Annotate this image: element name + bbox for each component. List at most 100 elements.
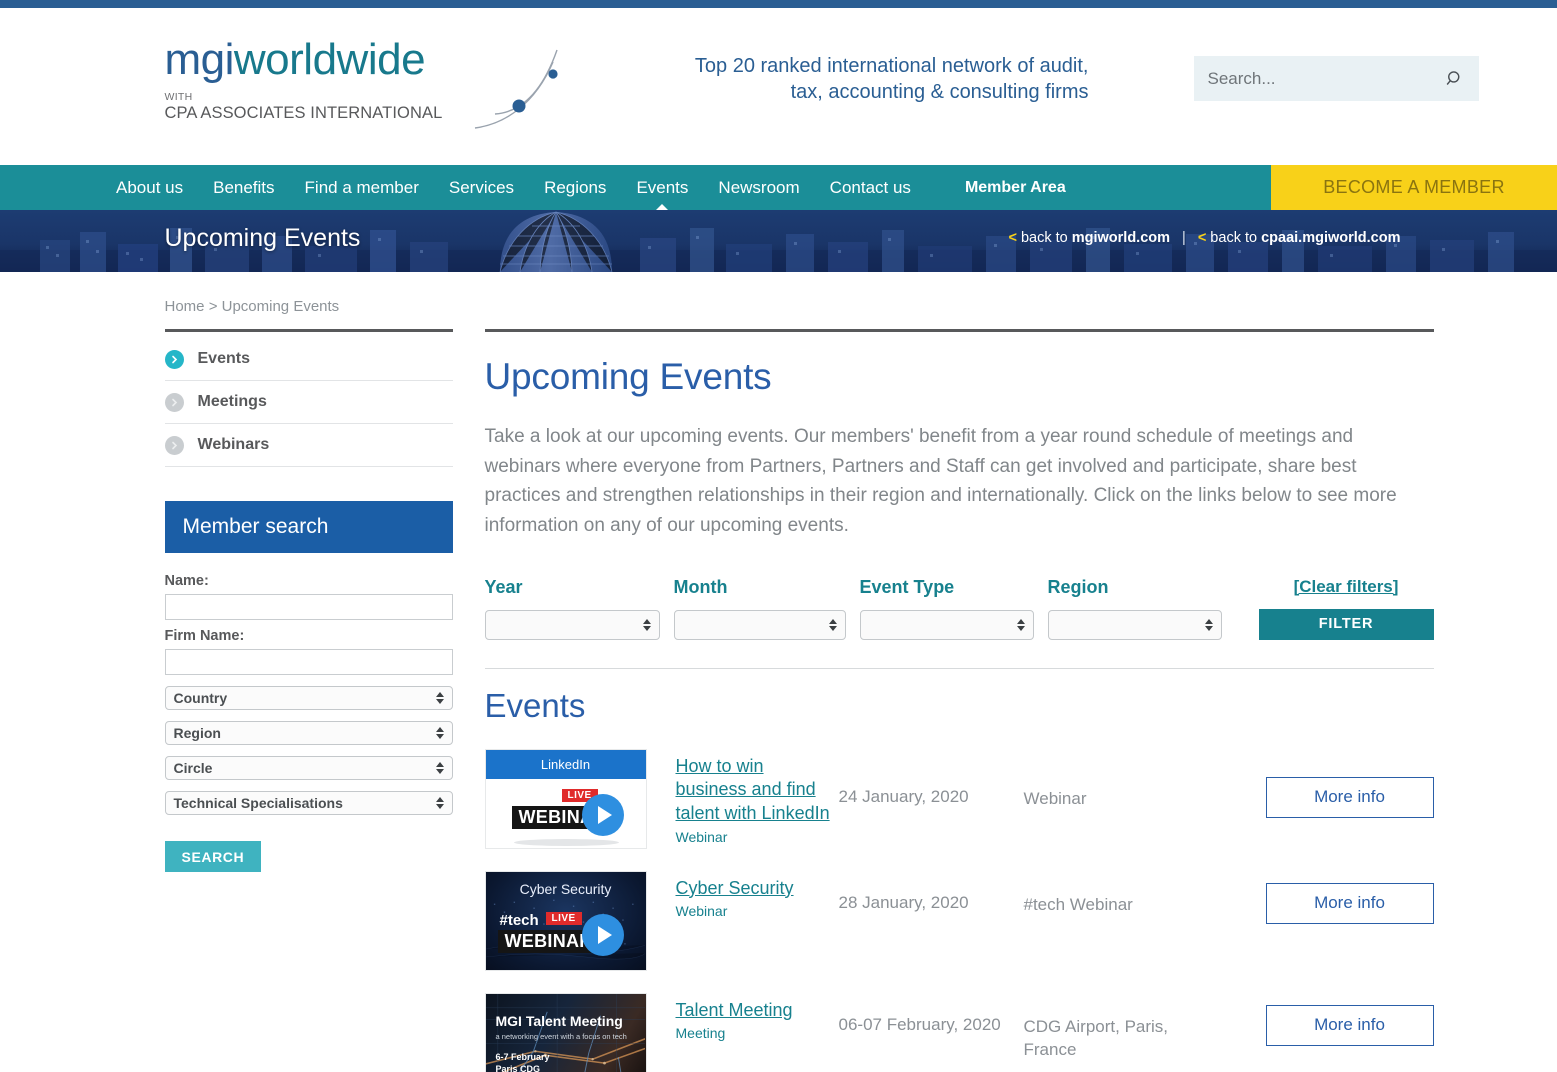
member-search-panel: Member search Name: Firm Name: Country R…: [164, 501, 453, 872]
technical-specialisations-select[interactable]: Technical Specialisations: [164, 791, 453, 815]
logo-wordmark: mgiworldwide: [165, 38, 495, 82]
nav-item-benefits[interactable]: Benefits: [198, 165, 289, 210]
page-intro-text: Take a look at our upcoming events. Our …: [484, 426, 1397, 536]
more-info-button[interactable]: More info: [1265, 776, 1434, 818]
event-title-link[interactable]: How to win business and find talent with…: [676, 755, 839, 827]
logo-cpa-text: CPA ASSOCIATES INTERNATIONAL: [164, 104, 443, 122]
filter-year: Year: [484, 576, 660, 640]
name-field-label: Name:: [164, 573, 209, 589]
filter-region-label: Region: [1047, 576, 1109, 597]
chevron-right-circle-icon: [164, 392, 184, 412]
filter-button[interactable]: FILTER: [1258, 608, 1434, 640]
member-search-button[interactable]: SEARCH: [164, 841, 262, 872]
back-link-1-site[interactable]: mgiworld.com: [1072, 230, 1170, 246]
filter-event-type-select[interactable]: [859, 609, 1034, 640]
event-type-label: Meeting: [675, 1025, 726, 1042]
event-thumbnail-linkedin[interactable]: LinkedIn LIVE WEBINAR: [484, 748, 647, 849]
thumbnail-talent-title: MGI Talent Meeting: [495, 1012, 623, 1029]
main-top-rule: [484, 329, 1434, 332]
stepper-arrows-icon: [435, 727, 444, 739]
sidebar-item-webinars[interactable]: Webinars: [164, 424, 453, 467]
nav-item-about-us[interactable]: About us: [101, 165, 198, 210]
stepper-arrows-icon: [642, 618, 651, 631]
live-badge: LIVE: [545, 911, 582, 925]
country-select-label: Country: [173, 690, 228, 706]
sidebar-item-events[interactable]: Events: [164, 338, 453, 381]
filter-month: Month: [673, 576, 846, 640]
nav-item-contact-us[interactable]: Contact us: [815, 165, 926, 210]
sidebar-nav: Events Meetings Webinars: [164, 338, 453, 467]
search-input[interactable]: [1207, 68, 1445, 89]
page-title: Upcoming Events: [484, 356, 772, 397]
event-type-label: Webinar: [675, 829, 728, 846]
filter-year-select[interactable]: [484, 609, 660, 640]
stepper-arrows-icon: [435, 692, 444, 704]
search-icon[interactable]: [1445, 69, 1465, 89]
member-search-heading: Member search: [164, 501, 453, 553]
event-date: 06-07 February, 2020: [838, 1014, 1001, 1034]
sidebar-item-events-label: Events: [197, 350, 250, 367]
logo-mgi-text: mgi: [164, 35, 235, 84]
nav-item-services[interactable]: Services: [434, 165, 529, 210]
clear-filters-link[interactable]: [Clear filters]: [1259, 577, 1434, 597]
site-header: mgiworldwide WITH CPA ASSOCIATES INTERNA…: [0, 8, 1557, 165]
two-column-layout: Events Meetings Webinars Member search N…: [164, 329, 1434, 1072]
more-info-button[interactable]: More info: [1265, 1004, 1434, 1046]
event-thumbnail-cyber-security[interactable]: Cyber Security #tech LIVE WEBINAR: [484, 870, 647, 971]
event-thumbnail-talent-meeting[interactable]: MGI Talent Meeting a networking event wi…: [484, 992, 647, 1072]
circle-select[interactable]: Circle: [164, 756, 453, 780]
firm-name-input[interactable]: [164, 649, 453, 675]
nav-items: About us Benefits Find a member Services…: [0, 165, 1271, 210]
tagline-line-2: tax, accounting & consulting firms: [790, 81, 1089, 104]
filter-month-label: Month: [673, 576, 728, 597]
site-search[interactable]: [1193, 56, 1479, 101]
filter-actions: [Clear filters] FILTER: [1258, 577, 1434, 640]
logo-worldwide-text: worldwide: [233, 35, 426, 84]
country-select[interactable]: Country: [164, 686, 453, 710]
tagline-line-1: Top 20 ranked international network of a…: [694, 55, 1089, 77]
sidebar: Events Meetings Webinars Member search N…: [164, 329, 453, 1072]
event-title-link[interactable]: Cyber Security: [676, 877, 794, 901]
thumbnail-talent-date-text: 6-7 February: [495, 1052, 550, 1063]
thumbnail-linkedin-body: LIVE WEBINAR: [485, 778, 646, 848]
event-cta-cell: More info: [1209, 749, 1434, 818]
become-a-member-button[interactable]: BECOME A MEMBER: [1271, 165, 1557, 210]
breadcrumb-separator: >: [208, 298, 218, 315]
nav-item-find-a-member[interactable]: Find a member: [290, 165, 434, 210]
stepper-arrows-icon: [1016, 618, 1025, 631]
content-wrapper: Home > Upcoming Events Events Meetings W…: [149, 272, 1434, 1072]
filter-region-select[interactable]: [1047, 609, 1222, 640]
chevron-right-circle-icon: [164, 435, 184, 455]
breadcrumb-home[interactable]: Home: [165, 298, 205, 315]
event-title-link[interactable]: Talent Meeting: [676, 999, 793, 1023]
thumbnail-talent-subtitle: a networking event with a focus on tech: [495, 1031, 627, 1041]
filter-year-label: Year: [484, 576, 523, 597]
event-type-label: Webinar: [675, 903, 728, 920]
more-info-button[interactable]: More info: [1265, 882, 1434, 924]
nav-item-events[interactable]: Events: [621, 165, 703, 210]
filter-event-type: Event Type: [859, 577, 1034, 640]
site-logo[interactable]: mgiworldwide WITH CPA ASSOCIATES INTERNA…: [164, 38, 558, 129]
region-select[interactable]: Region: [164, 721, 453, 745]
logo-with-text: WITH: [164, 91, 193, 103]
sidebar-item-meetings[interactable]: Meetings: [164, 381, 453, 424]
name-input[interactable]: [164, 594, 453, 620]
breadcrumb: Home > Upcoming Events: [165, 272, 1409, 315]
nav-item-regions[interactable]: Regions: [529, 165, 621, 210]
event-row: MGI Talent Meeting a networking event wi…: [484, 983, 1434, 1072]
nav-item-newsroom[interactable]: Newsroom: [703, 165, 814, 210]
thumbnail-talent-date: 6-7 February Paris CDG: [496, 1052, 550, 1072]
stepper-arrows-icon: [1204, 618, 1213, 631]
member-search-body: Name: Firm Name: Country Region Circle T…: [164, 553, 453, 872]
event-row: Cyber Security #tech LIVE WEBINAR Cyber …: [484, 861, 1434, 983]
nav-item-member-area[interactable]: Member Area: [950, 165, 1081, 210]
banner-title: Upcoming Events: [164, 224, 361, 252]
play-button-icon: [581, 793, 624, 836]
technical-specialisations-select-label: Technical Specialisations: [173, 795, 343, 811]
event-location: CDG Airport, Paris, France: [1023, 1016, 1169, 1060]
events-section-title: Events: [484, 686, 586, 724]
thumbnail-talent-body: MGI Talent Meeting a networking event wi…: [485, 993, 646, 1072]
event-location: Webinar: [1023, 788, 1087, 808]
filter-month-select[interactable]: [673, 609, 846, 640]
back-link-2-site[interactable]: cpaai.mgiworld.com: [1261, 230, 1400, 246]
